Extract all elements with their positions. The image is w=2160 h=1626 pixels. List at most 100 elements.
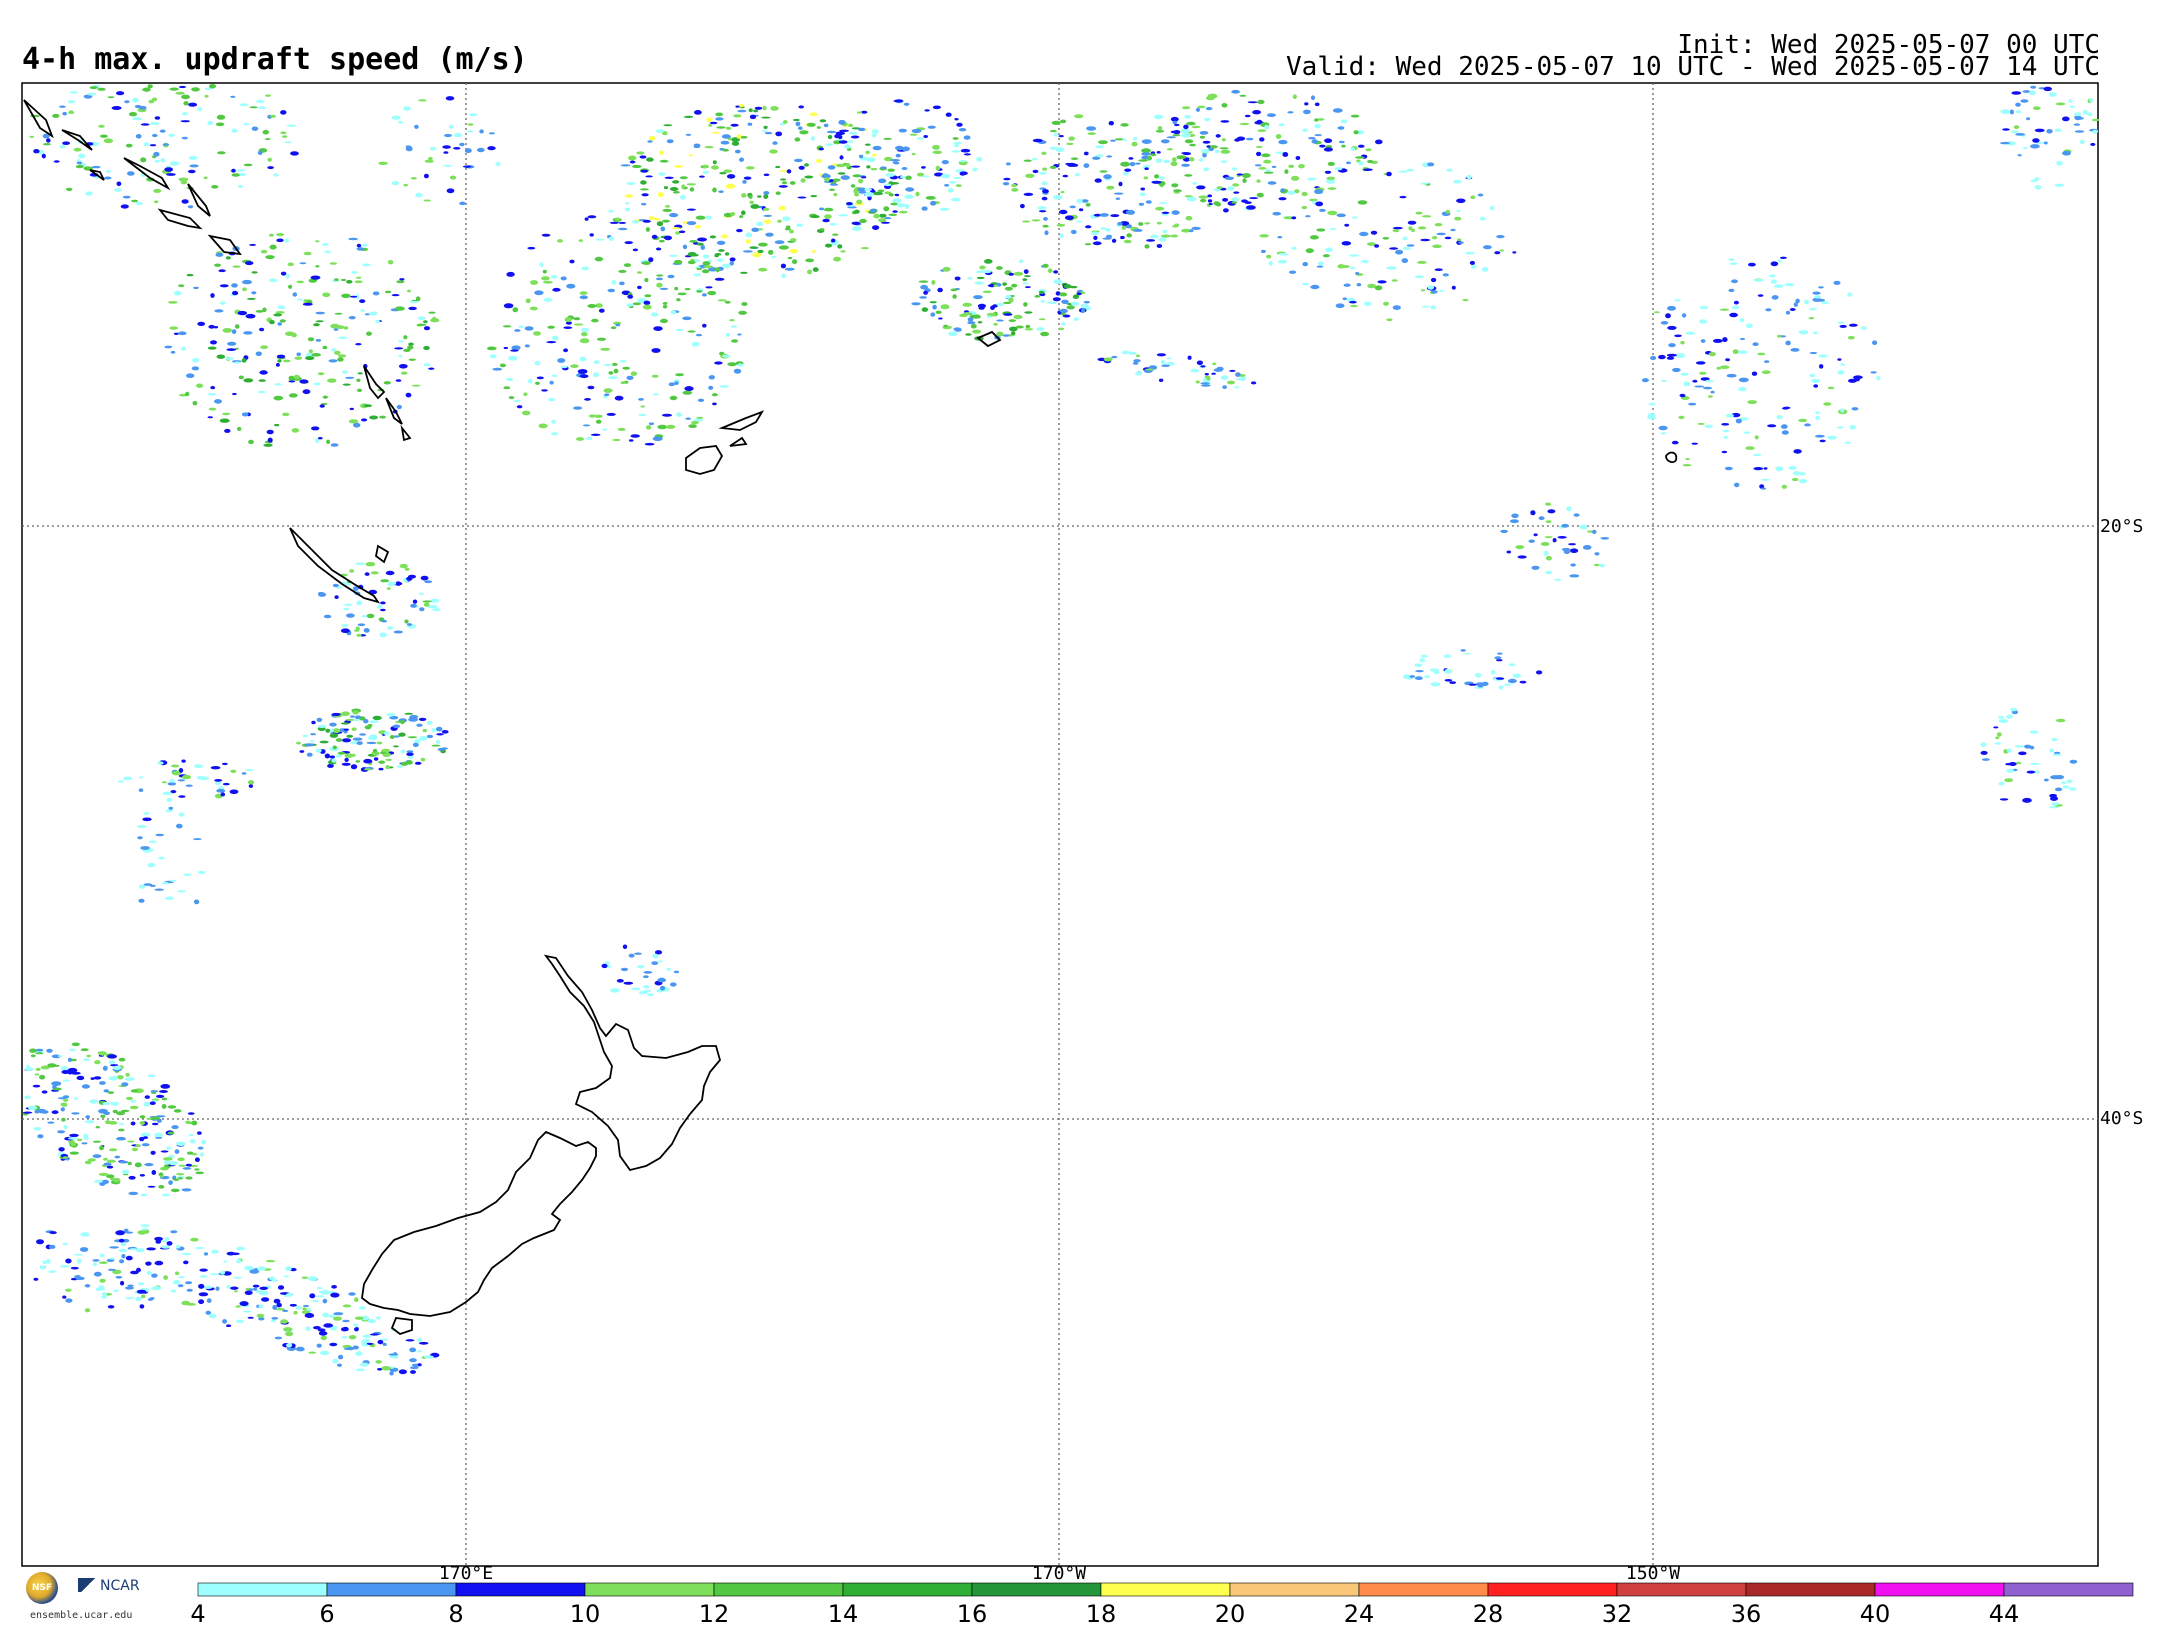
updraft-cell [1745,446,1755,450]
updraft-cell [396,404,402,410]
updraft-cell [62,111,67,116]
updraft-cell [850,165,861,168]
updraft-cell [1434,268,1443,272]
updraft-cell [696,242,704,246]
updraft-cell [204,94,209,98]
updraft-cell [1781,430,1789,435]
updraft-cell [573,323,584,326]
updraft-cell [1091,231,1100,236]
updraft-cell [1981,758,1990,761]
updraft-cell [864,143,871,146]
updraft-cell [1809,373,1816,378]
updraft-cell [1338,140,1345,144]
updraft-cell [59,105,66,108]
updraft-cell [2055,102,2066,106]
updraft-cell [915,191,920,197]
updraft-cell [1324,170,1332,174]
updraft-cell [116,1136,126,1141]
updraft-cell [197,1146,204,1150]
updraft-cell [596,337,607,341]
updraft-cell [620,164,631,167]
updraft-cell [1310,95,1316,100]
updraft-cell [1032,157,1038,161]
updraft-cell [1076,198,1083,204]
updraft-cell [321,243,329,246]
updraft-cell [156,1094,165,1098]
updraft-cell [922,175,931,178]
updraft-cell [1814,434,1825,438]
updraft-cell [1430,682,1441,687]
updraft-cell [541,233,551,237]
updraft-cell [1729,312,1738,318]
updraft-cell [2046,129,2053,134]
updraft-cell [944,184,950,187]
updraft-cell [361,1340,368,1346]
updraft-cell [331,348,337,352]
updraft-cell [319,1350,330,1356]
updraft-cell [69,1133,79,1138]
updraft-cell [1553,578,1562,581]
updraft-cell [222,328,233,333]
updraft-cell [22,1111,33,1114]
updraft-cell [557,358,566,363]
updraft-cell [210,340,217,345]
updraft-cell [138,776,143,779]
updraft-cell [361,418,368,422]
updraft-cell [1446,169,1453,172]
updraft-cell [373,757,379,761]
updraft-cell [711,165,719,170]
updraft-cell [1721,423,1730,426]
updraft-cell [1135,371,1142,376]
updraft-cell [214,399,222,404]
updraft-cell [693,273,701,277]
updraft-cell [1161,211,1170,214]
updraft-cell [1722,429,1730,433]
updraft-cell [1349,305,1359,308]
updraft-cell [718,249,725,252]
updraft-cell [1139,192,1146,197]
updraft-cell [1196,360,1203,366]
updraft-cell [157,761,164,765]
updraft-cell [1188,229,1194,233]
updraft-cell [394,347,404,350]
colorbar-swatch [197,1582,328,1597]
updraft-cell [702,164,709,168]
updraft-cell [1303,109,1311,115]
updraft-cell [417,323,427,326]
updraft-cell [333,1312,344,1316]
updraft-cell [503,303,514,309]
updraft-cell [927,125,936,129]
updraft-cell [453,147,461,150]
updraft-cell [1070,301,1080,306]
updraft-cell [2028,90,2036,96]
updraft-cell [176,1244,181,1249]
updraft-cell [388,1353,399,1356]
updraft-cell [622,366,630,370]
updraft-cell [734,149,741,154]
updraft-cell [57,1130,66,1134]
updraft-cell [164,896,175,900]
updraft-cell [620,967,629,972]
updraft-cell [2043,141,2048,145]
updraft-cell [215,1286,220,1291]
updraft-cell [1170,130,1178,134]
updraft-cell [2011,91,2022,95]
updraft-cell [1315,201,1324,207]
updraft-cell [573,317,581,321]
updraft-cell [954,276,961,281]
updraft-cell [413,1363,419,1368]
updraft-cell [1699,319,1707,324]
updraft-cell [307,337,315,342]
updraft-cell [363,768,372,771]
updraft-cell [362,1334,372,1339]
updraft-cell [628,953,635,958]
updraft-cell [579,295,588,300]
updraft-cell [833,256,842,262]
updraft-cell [1192,181,1198,185]
updraft-cell [111,106,122,110]
updraft-cell [135,1248,145,1253]
updraft-cell [338,336,348,340]
updraft-cell [1024,328,1034,331]
updraft-cell [1402,236,1408,241]
updraft-cell [1770,279,1777,284]
